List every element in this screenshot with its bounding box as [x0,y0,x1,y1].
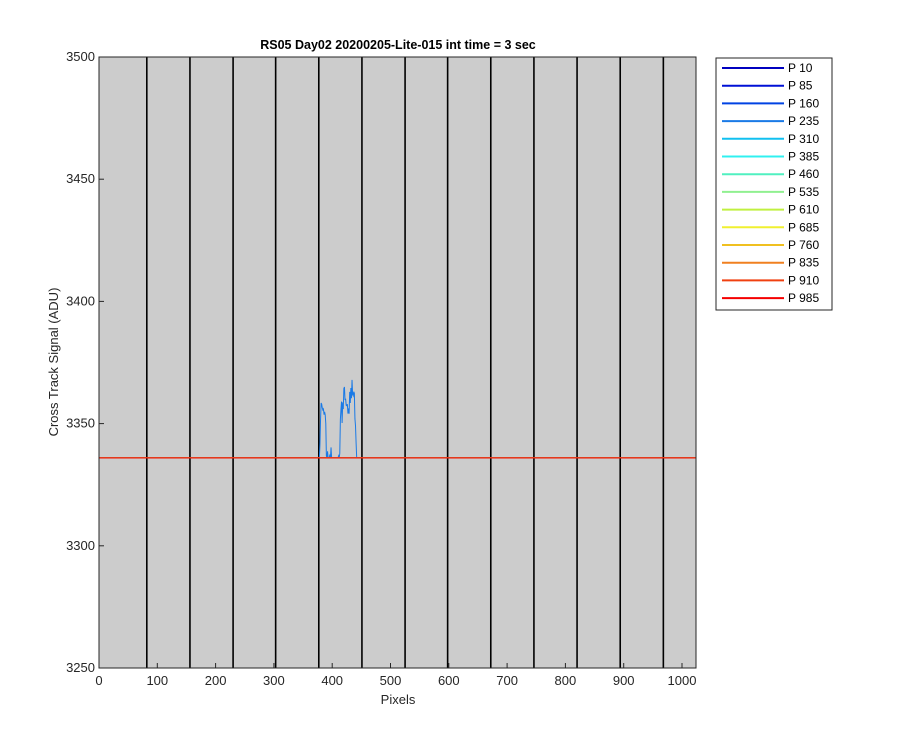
x-tick-label: 300 [263,673,285,688]
y-tick-label: 3500 [66,49,95,64]
legend-label: P 10 [788,61,813,75]
x-tick-label: 700 [496,673,518,688]
chart-title: RS05 Day02 20200205-Lite-015 int time = … [260,38,536,52]
legend-label: P 235 [788,114,819,128]
legend-label: P 685 [788,220,819,234]
legend-label: P 85 [788,79,813,93]
x-tick-label: 1000 [668,673,697,688]
y-tick-label: 3300 [66,538,95,553]
y-tick-label: 3350 [66,416,95,431]
x-tick-label: 900 [613,673,635,688]
plot-area [99,57,696,668]
legend-label: P 460 [788,167,819,181]
x-tick-label: 100 [146,673,168,688]
x-tick-label: 500 [380,673,402,688]
figure: RS05 Day02 20200205-Lite-015 int time = … [46,38,833,707]
x-tick-label: 400 [321,673,343,688]
legend-label: P 310 [788,132,819,146]
legend-label: P 385 [788,150,819,164]
y-tick-label: 3250 [66,660,95,675]
x-tick-label: 800 [555,673,577,688]
y-tick-label: 3400 [66,293,95,308]
y-axis-label: Cross Track Signal (ADU) [46,288,61,437]
x-tick-label: 0 [95,673,102,688]
x-tick-label: 200 [205,673,227,688]
y-tick-label: 3450 [66,171,95,186]
x-tick-label: 600 [438,673,460,688]
legend-label: P 835 [788,256,819,270]
legend-label: P 985 [788,291,819,305]
x-axis-label: Pixels [381,692,416,707]
y-axis-ticks: 3250 3300 3350 3400 3450 3500 [66,49,104,675]
legend-label: P 760 [788,238,819,252]
legend-label: P 910 [788,273,819,287]
legend-label: P 160 [788,96,819,110]
legend-label: P 535 [788,185,819,199]
legend-label: P 610 [788,203,819,217]
legend[interactable]: P 10 P 85 P 160 P 235 P 310 P 385 P 460 P 535 P … [715,57,833,311]
